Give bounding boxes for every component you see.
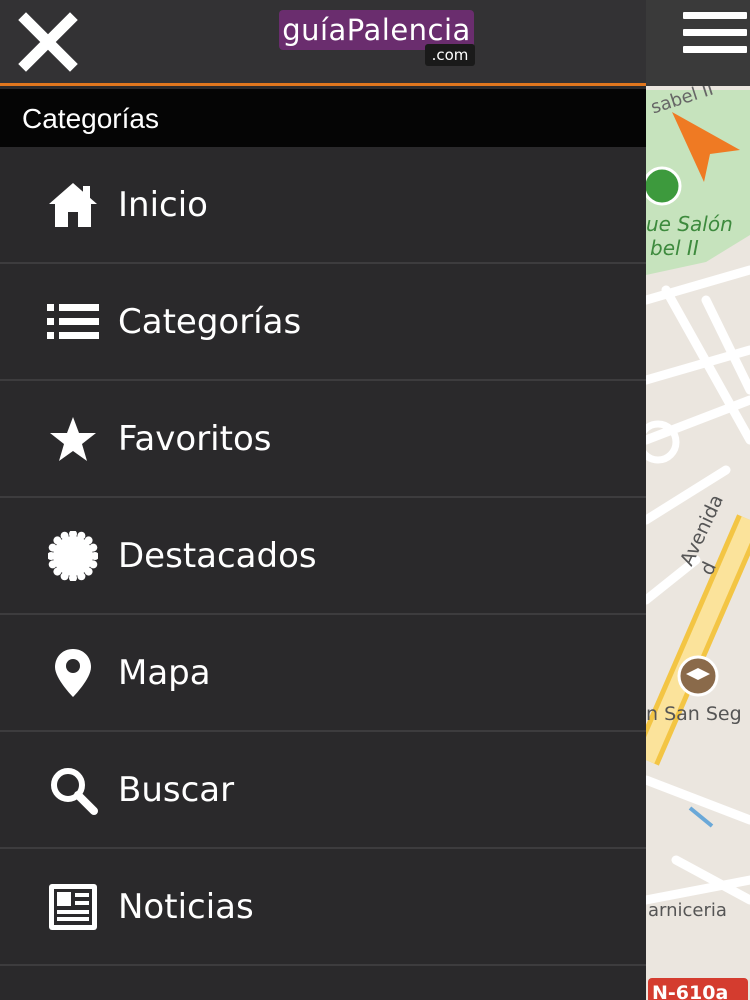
map-label-park-1: ue Salón bbox=[646, 212, 733, 236]
badge-icon bbox=[46, 529, 100, 583]
menu-item-mapa[interactable]: Mapa bbox=[0, 615, 646, 732]
close-icon[interactable] bbox=[18, 12, 78, 72]
menu-item-categorias[interactable]: Categorías bbox=[0, 264, 646, 381]
menu-item-label: Categorías bbox=[118, 301, 302, 342]
menu-item-inicio[interactable]: Inicio bbox=[0, 147, 646, 264]
map-label-park-2: bel II bbox=[650, 236, 699, 260]
search-icon bbox=[46, 763, 100, 817]
menu-item-label: Mapa bbox=[118, 652, 211, 693]
navigation-drawer: guíaPalencia .com Categorías Inicio Cate… bbox=[0, 0, 646, 1000]
drawer-header: guíaPalencia .com bbox=[0, 0, 646, 86]
logo-suffix-text: .com bbox=[425, 44, 475, 66]
menu-item-buscar[interactable]: Buscar bbox=[0, 732, 646, 849]
menu-item-noticias[interactable]: Noticias bbox=[0, 849, 646, 966]
map-pin-icon bbox=[46, 646, 100, 700]
list-icon bbox=[46, 295, 100, 349]
map-view[interactable] bbox=[646, 0, 750, 1000]
star-icon bbox=[46, 412, 100, 466]
map-road-badge: N-610a bbox=[652, 982, 729, 1000]
section-title: Categorías bbox=[0, 89, 646, 147]
menu-item-label: Noticias bbox=[118, 886, 254, 927]
home-icon bbox=[46, 178, 100, 232]
menu-item-destacados[interactable]: Destacados bbox=[0, 498, 646, 615]
map-streets bbox=[646, 0, 750, 1000]
menu-item-label: Favoritos bbox=[118, 418, 272, 459]
menu-item-label: Buscar bbox=[118, 769, 235, 810]
menu-item-favoritos[interactable]: Favoritos bbox=[0, 381, 646, 498]
map-label-shop: arniceria bbox=[648, 900, 727, 921]
menu-item-label: Destacados bbox=[118, 535, 317, 576]
newspaper-icon bbox=[46, 880, 100, 934]
hamburger-menu-icon[interactable] bbox=[683, 12, 747, 58]
map-label-school: n San Seg bbox=[646, 703, 742, 725]
menu-item-label: Inicio bbox=[118, 184, 208, 225]
drawer-menu: Inicio Categorías Favoritos Destacados M… bbox=[0, 147, 646, 966]
